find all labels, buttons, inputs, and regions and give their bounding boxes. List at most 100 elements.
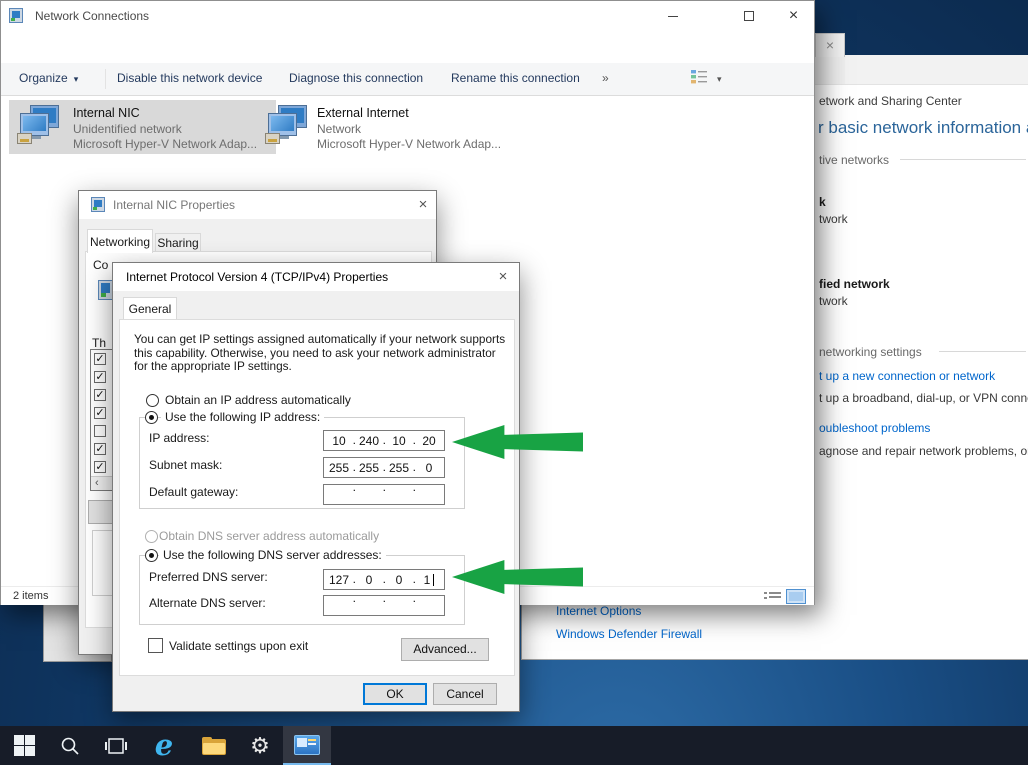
dialog-title-bar[interactable]: Internal NIC Properties: [79, 191, 436, 219]
nsc-network1-name: k: [819, 195, 826, 209]
background-window-tab[interactable]: [815, 33, 845, 57]
nic-item-row[interactable]: [91, 368, 113, 386]
internet-explorer-button[interactable]: e: [146, 726, 182, 765]
dialog-intro-text: You can get IP settings assigned automat…: [134, 333, 508, 374]
nsc-section-rule: [900, 159, 1026, 160]
folder-icon: [202, 737, 226, 755]
adapter-item-internal-nic[interactable]: Internal NIC Unidentified network Micros…: [9, 100, 276, 154]
nsc-link-internet-options[interactable]: Internet Options: [556, 604, 641, 618]
radio-obtain-ip-auto-label[interactable]: Obtain an IP address automatically: [165, 393, 351, 407]
nic-item-row[interactable]: [91, 458, 113, 476]
close-icon[interactable]: [826, 38, 834, 53]
adapter-properties-icon: [91, 197, 105, 212]
checked-checkbox-icon[interactable]: [94, 353, 106, 365]
network-connections-taskbar-button[interactable]: [283, 726, 331, 765]
connection-items-label-fragment: Th: [92, 336, 106, 350]
checked-checkbox-icon[interactable]: [94, 407, 106, 419]
dialog-title: Internal NIC Properties: [113, 198, 235, 212]
adapter-device: Microsoft Hyper-V Network Adap...: [317, 137, 501, 151]
nic-item-row[interactable]: [91, 440, 113, 458]
search-icon: [60, 736, 80, 756]
dialog-title-bar[interactable]: Internet Protocol Version 4 (TCP/IPv4) P…: [113, 263, 519, 291]
checked-checkbox-icon[interactable]: [94, 389, 106, 401]
network-adapter-icon: [265, 105, 311, 147]
network-connections-app-icon: [294, 735, 320, 755]
nic-item-row[interactable]: [91, 350, 113, 368]
file-explorer-button[interactable]: [196, 726, 232, 765]
tab-general[interactable]: General: [123, 297, 177, 319]
subnet-mask-input[interactable]: 2552552550: [323, 457, 445, 478]
toolbar-overflow-button[interactable]: »: [602, 71, 609, 85]
checked-checkbox-icon[interactable]: [94, 461, 106, 473]
radio-use-ip[interactable]: [145, 411, 158, 424]
minimize-button[interactable]: [650, 1, 695, 31]
view-dropdown-icon[interactable]: ▾: [717, 74, 722, 85]
radio-use-ip-label[interactable]: Use the following IP address:: [161, 410, 324, 424]
scroll-left-icon[interactable]: [91, 476, 113, 490]
radio-obtain-ip-auto[interactable]: [146, 394, 159, 407]
settings-button[interactable]: ⚙: [242, 726, 278, 765]
organize-button[interactable]: Organize: [19, 71, 78, 85]
nsc-section-rule: [939, 351, 1026, 352]
cancel-button[interactable]: Cancel: [433, 683, 497, 705]
default-gateway-input[interactable]: [323, 484, 445, 505]
nsc-breadcrumb-fragment: etwork and Sharing Center: [819, 94, 962, 108]
large-icons-view-icon[interactable]: [786, 589, 806, 604]
taskbar-search-button[interactable]: [52, 726, 88, 765]
ip-address-input[interactable]: 102401020: [323, 430, 445, 451]
nic-item-row[interactable]: [91, 386, 113, 404]
windows-logo-icon: [14, 735, 35, 756]
address-bar: ← → ∨ ↑ Control Panel Network and Intern…: [1, 31, 814, 63]
nsc-link-troubleshoot[interactable]: oubleshoot problems: [819, 421, 930, 435]
validate-settings-label[interactable]: Validate settings upon exit: [169, 639, 308, 653]
preferred-dns-label: Preferred DNS server:: [149, 570, 268, 584]
checked-checkbox-icon[interactable]: [94, 443, 106, 455]
rename-connection-button[interactable]: Rename this connection: [451, 71, 580, 85]
nsc-settings-section-label: networking settings: [819, 345, 922, 359]
adapter-name: External Internet: [317, 106, 409, 120]
nsc-text-diagnose: agnose and repair network problems, or g: [819, 444, 1028, 458]
checked-checkbox-icon[interactable]: [94, 371, 106, 383]
nsc-network2-type: twork: [819, 294, 848, 308]
nic-item-row[interactable]: [91, 404, 113, 422]
radio-obtain-dns-auto[interactable]: [145, 530, 158, 543]
change-view-icon[interactable]: [691, 70, 708, 84]
task-view-button[interactable]: [98, 726, 134, 765]
diagnose-connection-button[interactable]: Diagnose this connection: [289, 71, 423, 85]
alternate-dns-input[interactable]: [323, 595, 445, 616]
advanced-button[interactable]: Advanced...: [401, 638, 489, 661]
internet-explorer-icon: e: [155, 731, 173, 760]
install-button-fragment[interactable]: [88, 500, 114, 524]
details-view-icon[interactable]: [764, 591, 781, 603]
ok-button[interactable]: OK: [363, 683, 427, 705]
close-icon[interactable]: [413, 195, 433, 215]
tab-networking[interactable]: Networking: [87, 229, 153, 253]
nsc-link-defender-firewall[interactable]: Windows Defender Firewall: [556, 627, 702, 641]
adapter-network: Unidentified network: [73, 122, 182, 136]
preferred-dns-input[interactable]: 127001: [323, 569, 445, 590]
radio-use-dns-label[interactable]: Use the following DNS server addresses:: [159, 548, 386, 562]
maximize-button[interactable]: [726, 1, 771, 31]
description-groupbox-fragment: [92, 530, 114, 596]
disable-device-button[interactable]: Disable this network device: [117, 71, 262, 85]
unchecked-checkbox-icon[interactable]: [94, 425, 106, 437]
tab-sharing[interactable]: Sharing: [155, 233, 201, 252]
connection-items-list[interactable]: [90, 349, 114, 491]
nic-item-row[interactable]: [91, 422, 113, 440]
adapter-item-external-internet[interactable]: External Internet Network Microsoft Hype…: [259, 100, 521, 154]
command-toolbar: Organize Disable this network device Dia…: [1, 63, 814, 96]
close-button[interactable]: [771, 1, 816, 31]
adapter-icon-fragment: [98, 280, 113, 300]
gear-icon: ⚙: [250, 735, 270, 757]
network-adapter-icon: [17, 105, 63, 147]
nsc-network2-name: fied network: [819, 277, 890, 291]
dialog-title: Internet Protocol Version 4 (TCP/IPv4) P…: [126, 270, 388, 284]
nsc-text-broadband: t up a broadband, dial-up, or VPN conne: [819, 391, 1028, 405]
start-button[interactable]: [6, 726, 42, 765]
title-bar[interactable]: Network Connections: [1, 1, 814, 31]
radio-use-dns[interactable]: [145, 549, 158, 562]
nsc-link-new-connection[interactable]: t up a new connection or network: [819, 369, 995, 383]
validate-settings-checkbox[interactable]: [148, 638, 163, 653]
nsc-network1-type: twork: [819, 212, 848, 226]
close-icon[interactable]: [493, 267, 513, 287]
